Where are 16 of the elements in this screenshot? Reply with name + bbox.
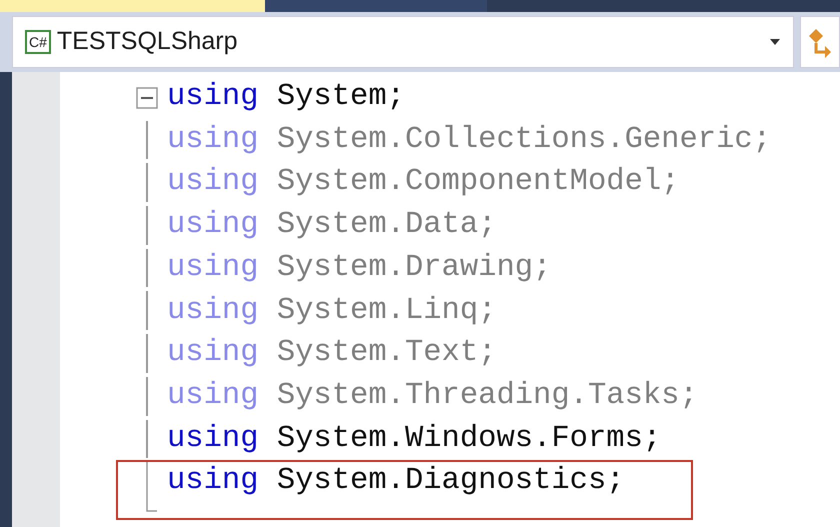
code-text: using System.Diagnostics; [167,466,625,497]
code-text: using System.Collections.Generic; [167,124,771,156]
code-text: using System.Data; [167,210,496,241]
collapse-icon[interactable] [136,87,158,109]
code-text: using System.Windows.Forms; [167,424,662,454]
outline-end-icon [146,462,158,512]
project-name: TESTSQLSharp [56,26,239,58]
code-text: using System.Threading.Tasks; [167,380,698,412]
project-dropdown[interactable]: C# TESTSQLSharp [12,16,794,68]
language-badge: C# [25,30,51,54]
code-text: using System.Text; [167,338,496,369]
caret-icon [769,38,781,46]
code-text: using System.Linq; [167,296,496,326]
code-text: using System.Drawing; [167,252,552,284]
code-text: using System; [167,82,405,113]
code-text: using System.ComponentModel; [167,167,680,198]
